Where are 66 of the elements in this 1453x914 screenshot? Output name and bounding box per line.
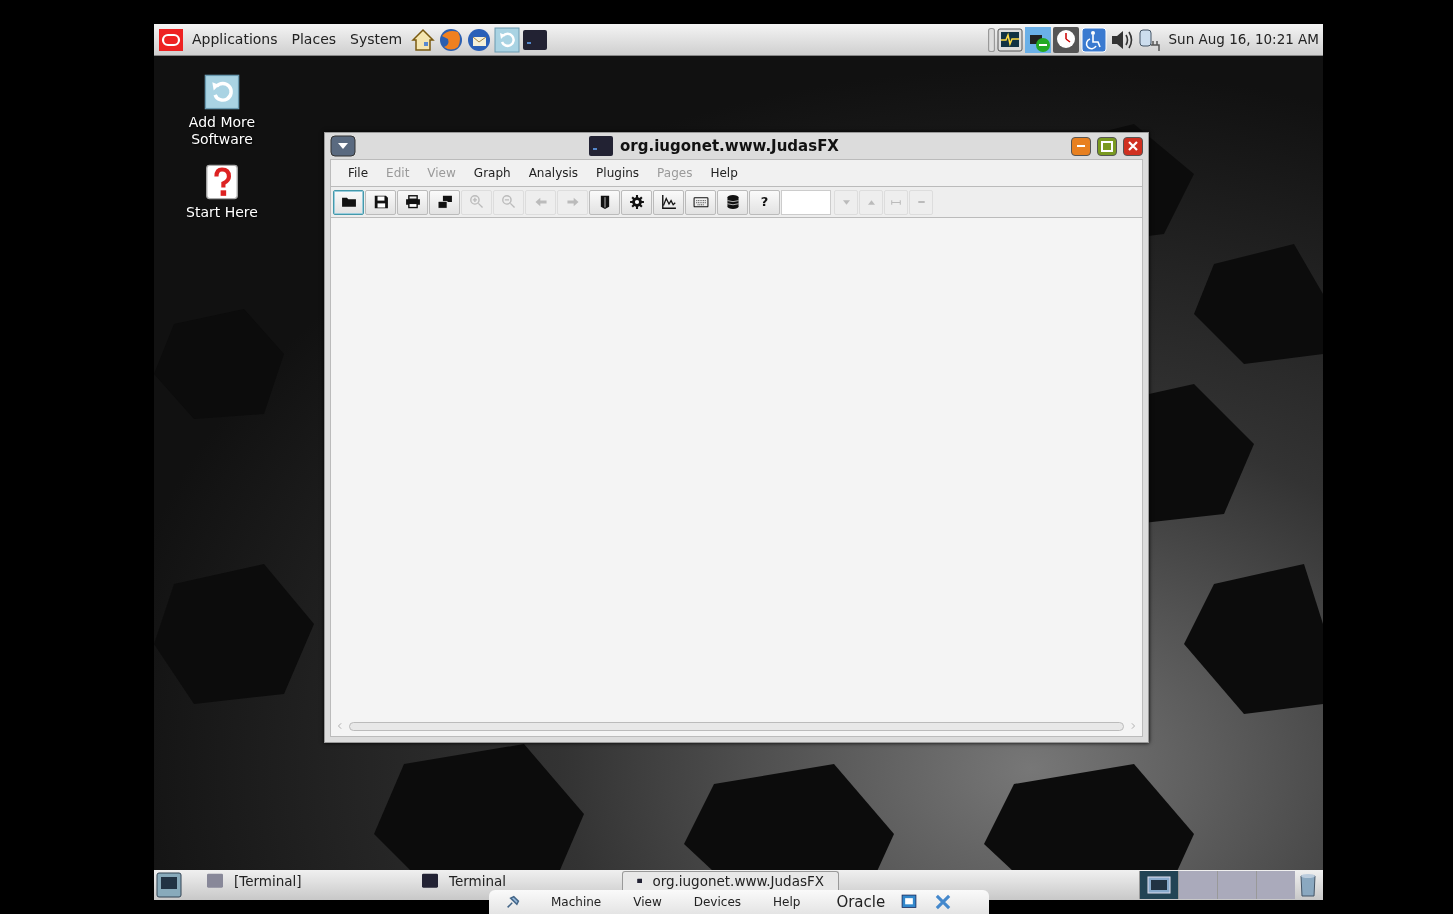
- save-button[interactable]: [365, 189, 396, 215]
- window-menu-icon[interactable]: [330, 133, 356, 159]
- panel-handle-icon: [987, 27, 995, 52]
- stacked-windows-icon: [435, 193, 454, 211]
- maximize-button[interactable]: [1097, 136, 1117, 156]
- line-chart-button[interactable]: [653, 189, 684, 215]
- printer-icon: [403, 193, 422, 211]
- minus-icon: [917, 201, 925, 203]
- clock-icon[interactable]: [1052, 26, 1079, 53]
- globe-icon[interactable]: [438, 26, 465, 53]
- close-icon: [1128, 141, 1138, 151]
- help-button[interactable]: ?: [749, 189, 780, 215]
- window-title: org.iugonet.www.JudasFX: [620, 135, 839, 157]
- keyboard-button[interactable]: [685, 189, 716, 215]
- taskbar-button[interactable]: Terminal: [407, 871, 622, 890]
- menu-item[interactable]: Graph: [464, 162, 520, 184]
- menu-item[interactable]: Analysis: [519, 162, 588, 184]
- menu-item[interactable]: Applications: [186, 27, 284, 52]
- folder-button[interactable]: [333, 189, 364, 215]
- up-arrow-icon: [867, 199, 875, 205]
- terminal-icon: [421, 872, 439, 889]
- minimize-button[interactable]: [1071, 136, 1091, 156]
- workspace-button[interactable]: [1139, 871, 1178, 899]
- menu-item[interactable]: Help: [757, 893, 817, 911]
- settings-button[interactable]: [621, 189, 652, 215]
- caret-icon: [842, 199, 850, 205]
- line-chart-icon: [659, 193, 678, 211]
- terminal-icon: [206, 872, 224, 889]
- close-button[interactable]: [1123, 136, 1143, 156]
- taskbar-button[interactable]: [Terminal]: [192, 871, 407, 890]
- zoom-out-icon: [499, 193, 518, 211]
- help-icon[interactable]: [204, 164, 240, 200]
- icon-label[interactable]: Start Here: [186, 204, 258, 221]
- home-icon[interactable]: [410, 26, 437, 53]
- menu-item[interactable]: File: [339, 162, 378, 184]
- menu-item[interactable]: Plugins: [587, 162, 649, 184]
- network-icon[interactable]: [1024, 26, 1051, 53]
- update-icon[interactable]: [204, 74, 240, 110]
- database-button[interactable]: [717, 189, 748, 215]
- clock-text[interactable]: Sun Aug 16, 10:21 AM: [1168, 29, 1319, 50]
- window-thumbnail-icon: [1147, 876, 1171, 894]
- menu-item[interactable]: Help: [701, 162, 747, 184]
- input-field[interactable]: [781, 189, 831, 215]
- brand-label: Oracle: [836, 891, 886, 913]
- mail-icon[interactable]: [466, 26, 493, 53]
- menu-item[interactable]: View: [617, 893, 678, 911]
- icon-label[interactable]: Add More Software: [174, 114, 270, 148]
- zoom-in-icon: [467, 193, 486, 211]
- printer-button[interactable]: [397, 189, 428, 215]
- maximize-icon: [1101, 140, 1113, 152]
- menu-item[interactable]: Places: [285, 27, 343, 52]
- settings-icon: [627, 193, 646, 211]
- oracle-logo-icon[interactable]: [158, 26, 184, 53]
- power-plug-icon[interactable]: [1136, 26, 1163, 53]
- terminal-icon: [588, 133, 615, 159]
- stacked-windows-button[interactable]: [429, 189, 460, 215]
- menu-item[interactable]: Devices: [677, 893, 757, 911]
- show-desktop-icon[interactable]: [156, 872, 182, 898]
- accessibility-icon[interactable]: [1080, 26, 1107, 53]
- book-button[interactable]: [589, 189, 620, 215]
- menu-item[interactable]: Machine: [535, 893, 618, 911]
- minimize-icon: [1077, 145, 1085, 147]
- fit-width-icon: [891, 199, 901, 205]
- menu-item[interactable]: System: [344, 27, 409, 52]
- taskbar-button[interactable]: org.iugonet.www.JudasFX: [622, 871, 839, 890]
- scrollbar-thumb[interactable]: [349, 721, 1124, 731]
